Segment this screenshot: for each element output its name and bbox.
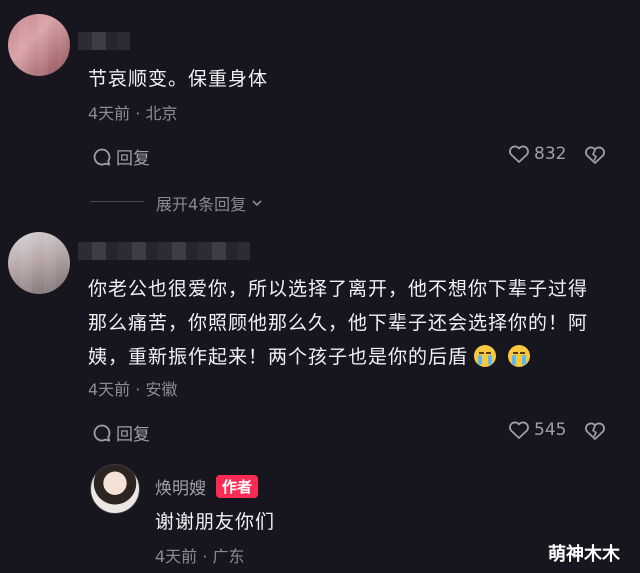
dislike-button[interactable] [584, 145, 606, 165]
comment-meta: 4天前 · 安徽 [88, 380, 178, 399]
expand-divider [90, 201, 144, 202]
author-reply-text: 谢谢朋友你们 [155, 511, 276, 533]
chevron-down-icon [250, 196, 264, 210]
comment-line: 姨，重新振作起来！两个孩子也是你的后盾 [88, 340, 634, 374]
expand-replies-label: 展开4条回复 [156, 195, 247, 214]
reply-label: 回复 [116, 425, 150, 445]
author-avatar[interactable] [90, 464, 140, 514]
broken-heart-icon [584, 421, 606, 441]
comment-bubble-icon [92, 147, 112, 167]
author-reply-meta: 4天前 · 广东 [155, 547, 245, 566]
comment-line-text: 姨，重新振作起来！两个孩子也是你的后盾 [88, 346, 469, 368]
author-name[interactable]: 焕明嫂 [155, 474, 206, 499]
watermark: 萌神木木 [548, 544, 620, 565]
crying-emoji-icon [508, 345, 531, 367]
heart-icon [508, 144, 530, 164]
heart-icon [508, 420, 530, 440]
reply-label: 回复 [116, 149, 150, 169]
reply-button[interactable]: 回复 [92, 144, 150, 169]
like-button[interactable]: 832 [508, 144, 566, 164]
comment-bubble-icon [92, 423, 112, 443]
dislike-button[interactable] [584, 421, 606, 441]
crying-emoji-icon [474, 345, 497, 367]
commenter-avatar[interactable] [8, 232, 70, 294]
commenter-name-blurred[interactable] [78, 242, 250, 260]
author-badge: 作者 [216, 475, 259, 498]
comment-line: 你老公也很爱你，所以选择了离开，他不想你下辈子过得 [88, 278, 589, 300]
like-count: 832 [534, 144, 567, 164]
like-button[interactable]: 545 [508, 420, 566, 440]
comment-text: 节哀顺变。保重身体 [88, 68, 269, 90]
like-count: 545 [534, 420, 567, 440]
broken-heart-icon [584, 145, 606, 165]
reply-button[interactable]: 回复 [92, 420, 150, 445]
comment-meta: 4天前 · 北京 [88, 104, 178, 123]
commenter-name-blurred[interactable] [78, 32, 130, 50]
comment-text: 你老公也很爱你，所以选择了离开，他不想你下辈子过得 那么痛苦，你照顾他那么久，他… [88, 272, 634, 374]
expand-replies-button[interactable]: 展开4条回复 [156, 191, 264, 215]
commenter-avatar[interactable] [8, 14, 70, 76]
comment-line: 那么痛苦，你照顾他那么久，他下辈子还会选择你的！阿 [88, 312, 589, 334]
author-header: 焕明嫂 作者 [155, 474, 259, 499]
